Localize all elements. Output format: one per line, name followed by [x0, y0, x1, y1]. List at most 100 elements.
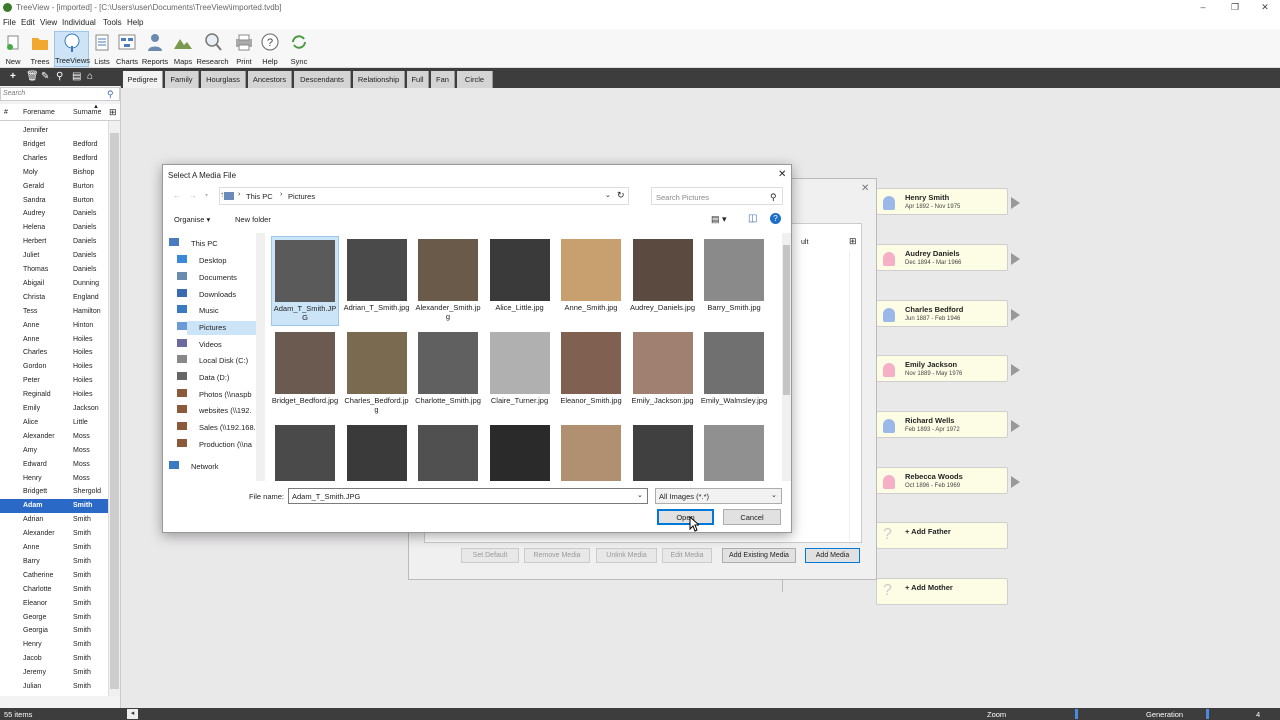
- set-default-button[interactable]: Set Default: [461, 548, 519, 563]
- list-row[interactable]: Bridgett Shergold: [0, 485, 108, 499]
- list-row[interactable]: Abigail Dunning: [0, 277, 108, 291]
- search-pictures-input[interactable]: Search Pictures: [651, 187, 783, 205]
- grid-scrollbar-thumb[interactable]: [783, 245, 790, 395]
- forward-arrow-icon[interactable]: →: [189, 191, 197, 200]
- list-row[interactable]: Reginald Hoiles: [0, 388, 108, 402]
- list-row[interactable]: Amy Moss: [0, 444, 108, 458]
- file-name-input[interactable]: Adam_T_Smith.JPG: [288, 488, 648, 504]
- maps-button[interactable]: Maps: [172, 31, 194, 67]
- list-row[interactable]: Edward Moss: [0, 458, 108, 472]
- home-icon[interactable]: ⌂: [87, 71, 93, 82]
- tab-fan[interactable]: Fan: [431, 71, 455, 88]
- tab-hourglass[interactable]: Hourglass: [201, 71, 246, 88]
- breadcrumb-this-pc[interactable]: This PC: [246, 192, 273, 201]
- delete-icon[interactable]: 🗑: [26, 71, 39, 82]
- file-thumbnail[interactable]: [271, 422, 339, 481]
- new-folder-button[interactable]: New folder: [235, 215, 271, 224]
- breadcrumb-pictures[interactable]: Pictures: [288, 192, 315, 201]
- list-row[interactable]: Charles Hoiles: [0, 346, 108, 360]
- open-button[interactable]: Open: [657, 509, 714, 525]
- list-row[interactable]: Henry Moss: [0, 472, 108, 486]
- file-thumbnail[interactable]: Charles_Bedford.jpg: [343, 329, 411, 419]
- list-row[interactable]: Alice Little: [0, 416, 108, 430]
- tab-relationship[interactable]: Relationship: [353, 71, 405, 88]
- list-row[interactable]: George Smith: [0, 611, 108, 625]
- new-button[interactable]: New: [2, 31, 24, 67]
- sync-button[interactable]: Sync: [288, 31, 310, 67]
- list-row[interactable]: Jennifer: [0, 124, 108, 138]
- nav-item[interactable]: Data (D:): [177, 371, 256, 385]
- add-existing-media-button[interactable]: Add Existing Media: [722, 548, 796, 563]
- treeviews-button[interactable]: TreeViews: [54, 31, 90, 67]
- column-options-icon[interactable]: ⊞: [109, 107, 117, 118]
- media-field-options-icon[interactable]: ⊞: [849, 236, 857, 247]
- trees-button[interactable]: Trees: [27, 31, 53, 67]
- view-options-icon[interactable]: ▤ ▾: [711, 214, 727, 225]
- menu-file[interactable]: File: [3, 18, 16, 27]
- tab-circle[interactable]: Circle: [457, 71, 493, 88]
- file-thumbnail[interactable]: Alice_Little.jpg: [486, 236, 554, 326]
- file-thumbnail[interactable]: [557, 422, 625, 481]
- list-row[interactable]: Bridget Bedford: [0, 138, 108, 152]
- list-row[interactable]: Julian Smith: [0, 680, 108, 694]
- person-card[interactable]: Henry Smith Apr 1892 - Nov 1975: [876, 188, 1020, 215]
- expand-arrow-icon[interactable]: [1011, 253, 1020, 265]
- research-button[interactable]: Research: [196, 31, 229, 67]
- list-row[interactable]: Barry Smith: [0, 555, 108, 569]
- file-thumbnail[interactable]: [486, 422, 554, 481]
- list-row[interactable]: Gerald Burton: [0, 180, 108, 194]
- list-row[interactable]: Adam Smith: [0, 499, 108, 514]
- file-thumbnail[interactable]: Adam_T_Smith.JPG: [271, 236, 339, 326]
- list-row[interactable]: Tess Hamilton: [0, 305, 108, 319]
- file-name-dropdown-icon[interactable]: ⌄: [637, 491, 643, 499]
- file-thumbnail[interactable]: Barry_Smith.jpg: [700, 236, 768, 326]
- expand-arrow-icon[interactable]: [1011, 420, 1020, 432]
- person-card[interactable]: Emily Jackson Nov 1889 - May 1976: [876, 355, 1020, 382]
- nav-item[interactable]: Pictures: [177, 321, 256, 335]
- tab-descendants[interactable]: Descendants: [294, 71, 351, 88]
- file-thumbnail[interactable]: Alexander_Smith.jpg: [414, 236, 482, 326]
- file-thumbnail[interactable]: Emily_Jackson.jpg: [629, 329, 697, 419]
- address-bar[interactable]: › This PC › Pictures ⌄ ↻: [219, 187, 629, 205]
- column-hash[interactable]: #: [4, 109, 8, 116]
- list-row[interactable]: Eleanor Smith: [0, 597, 108, 611]
- zoom-slider[interactable]: [1075, 709, 1078, 719]
- list-row[interactable]: Gordon Hoiles: [0, 360, 108, 374]
- list-row[interactable]: Juliet Daniels: [0, 249, 108, 263]
- maximize-button[interactable]: ❐: [1220, 2, 1250, 13]
- list-scrollbar[interactable]: [108, 121, 120, 696]
- menu-view[interactable]: View: [40, 18, 57, 27]
- recent-dropdown-icon[interactable]: ▾: [205, 192, 208, 199]
- search-icon[interactable]: ⚲: [56, 71, 63, 82]
- nav-item[interactable]: Local Disk (C:): [177, 354, 256, 368]
- nav-item[interactable]: Photos (\\naspb: [177, 388, 256, 402]
- preview-pane-icon[interactable]: ◫: [748, 213, 757, 224]
- add-media-button[interactable]: Add Media: [805, 548, 860, 563]
- media-scrollbar[interactable]: [849, 251, 860, 541]
- print-button[interactable]: Print: [233, 31, 255, 67]
- list-row[interactable]: Herbert Daniels: [0, 235, 108, 249]
- file-thumbnail[interactable]: Claire_Turner.jpg: [486, 329, 554, 419]
- tab-ancestors[interactable]: Ancestors: [248, 71, 292, 88]
- nav-item[interactable]: Downloads: [177, 288, 256, 302]
- expand-arrow-icon[interactable]: [1011, 197, 1020, 209]
- file-thumbnail[interactable]: [414, 422, 482, 481]
- charts-button[interactable]: Charts: [115, 31, 139, 67]
- nav-item[interactable]: websites (\\192.: [177, 404, 256, 418]
- person-card[interactable]: Audrey Daniels Dec 1894 - Mar 1966: [876, 244, 1020, 271]
- list-row[interactable]: Adrian Smith: [0, 513, 108, 527]
- refresh-icon[interactable]: ↻: [617, 190, 625, 201]
- list-row[interactable]: Alexander Smith: [0, 527, 108, 541]
- list-row[interactable]: Alexander Moss: [0, 430, 108, 444]
- file-thumbnail[interactable]: [629, 422, 697, 481]
- person-card[interactable]: Richard Wells Feb 1893 - Apr 1972: [876, 411, 1020, 438]
- file-thumbnail[interactable]: [343, 422, 411, 481]
- reports-button[interactable]: Reports: [141, 31, 169, 67]
- organise-menu[interactable]: Organise ▾: [174, 215, 210, 224]
- menu-help[interactable]: Help: [127, 18, 143, 27]
- edit-media-button[interactable]: Edit Media: [662, 548, 712, 563]
- back-arrow-icon[interactable]: ←: [173, 191, 181, 200]
- list-row[interactable]: Audrey Daniels: [0, 207, 108, 221]
- document-icon[interactable]: ▤: [72, 71, 81, 82]
- list-row[interactable]: Sandra Burton: [0, 194, 108, 208]
